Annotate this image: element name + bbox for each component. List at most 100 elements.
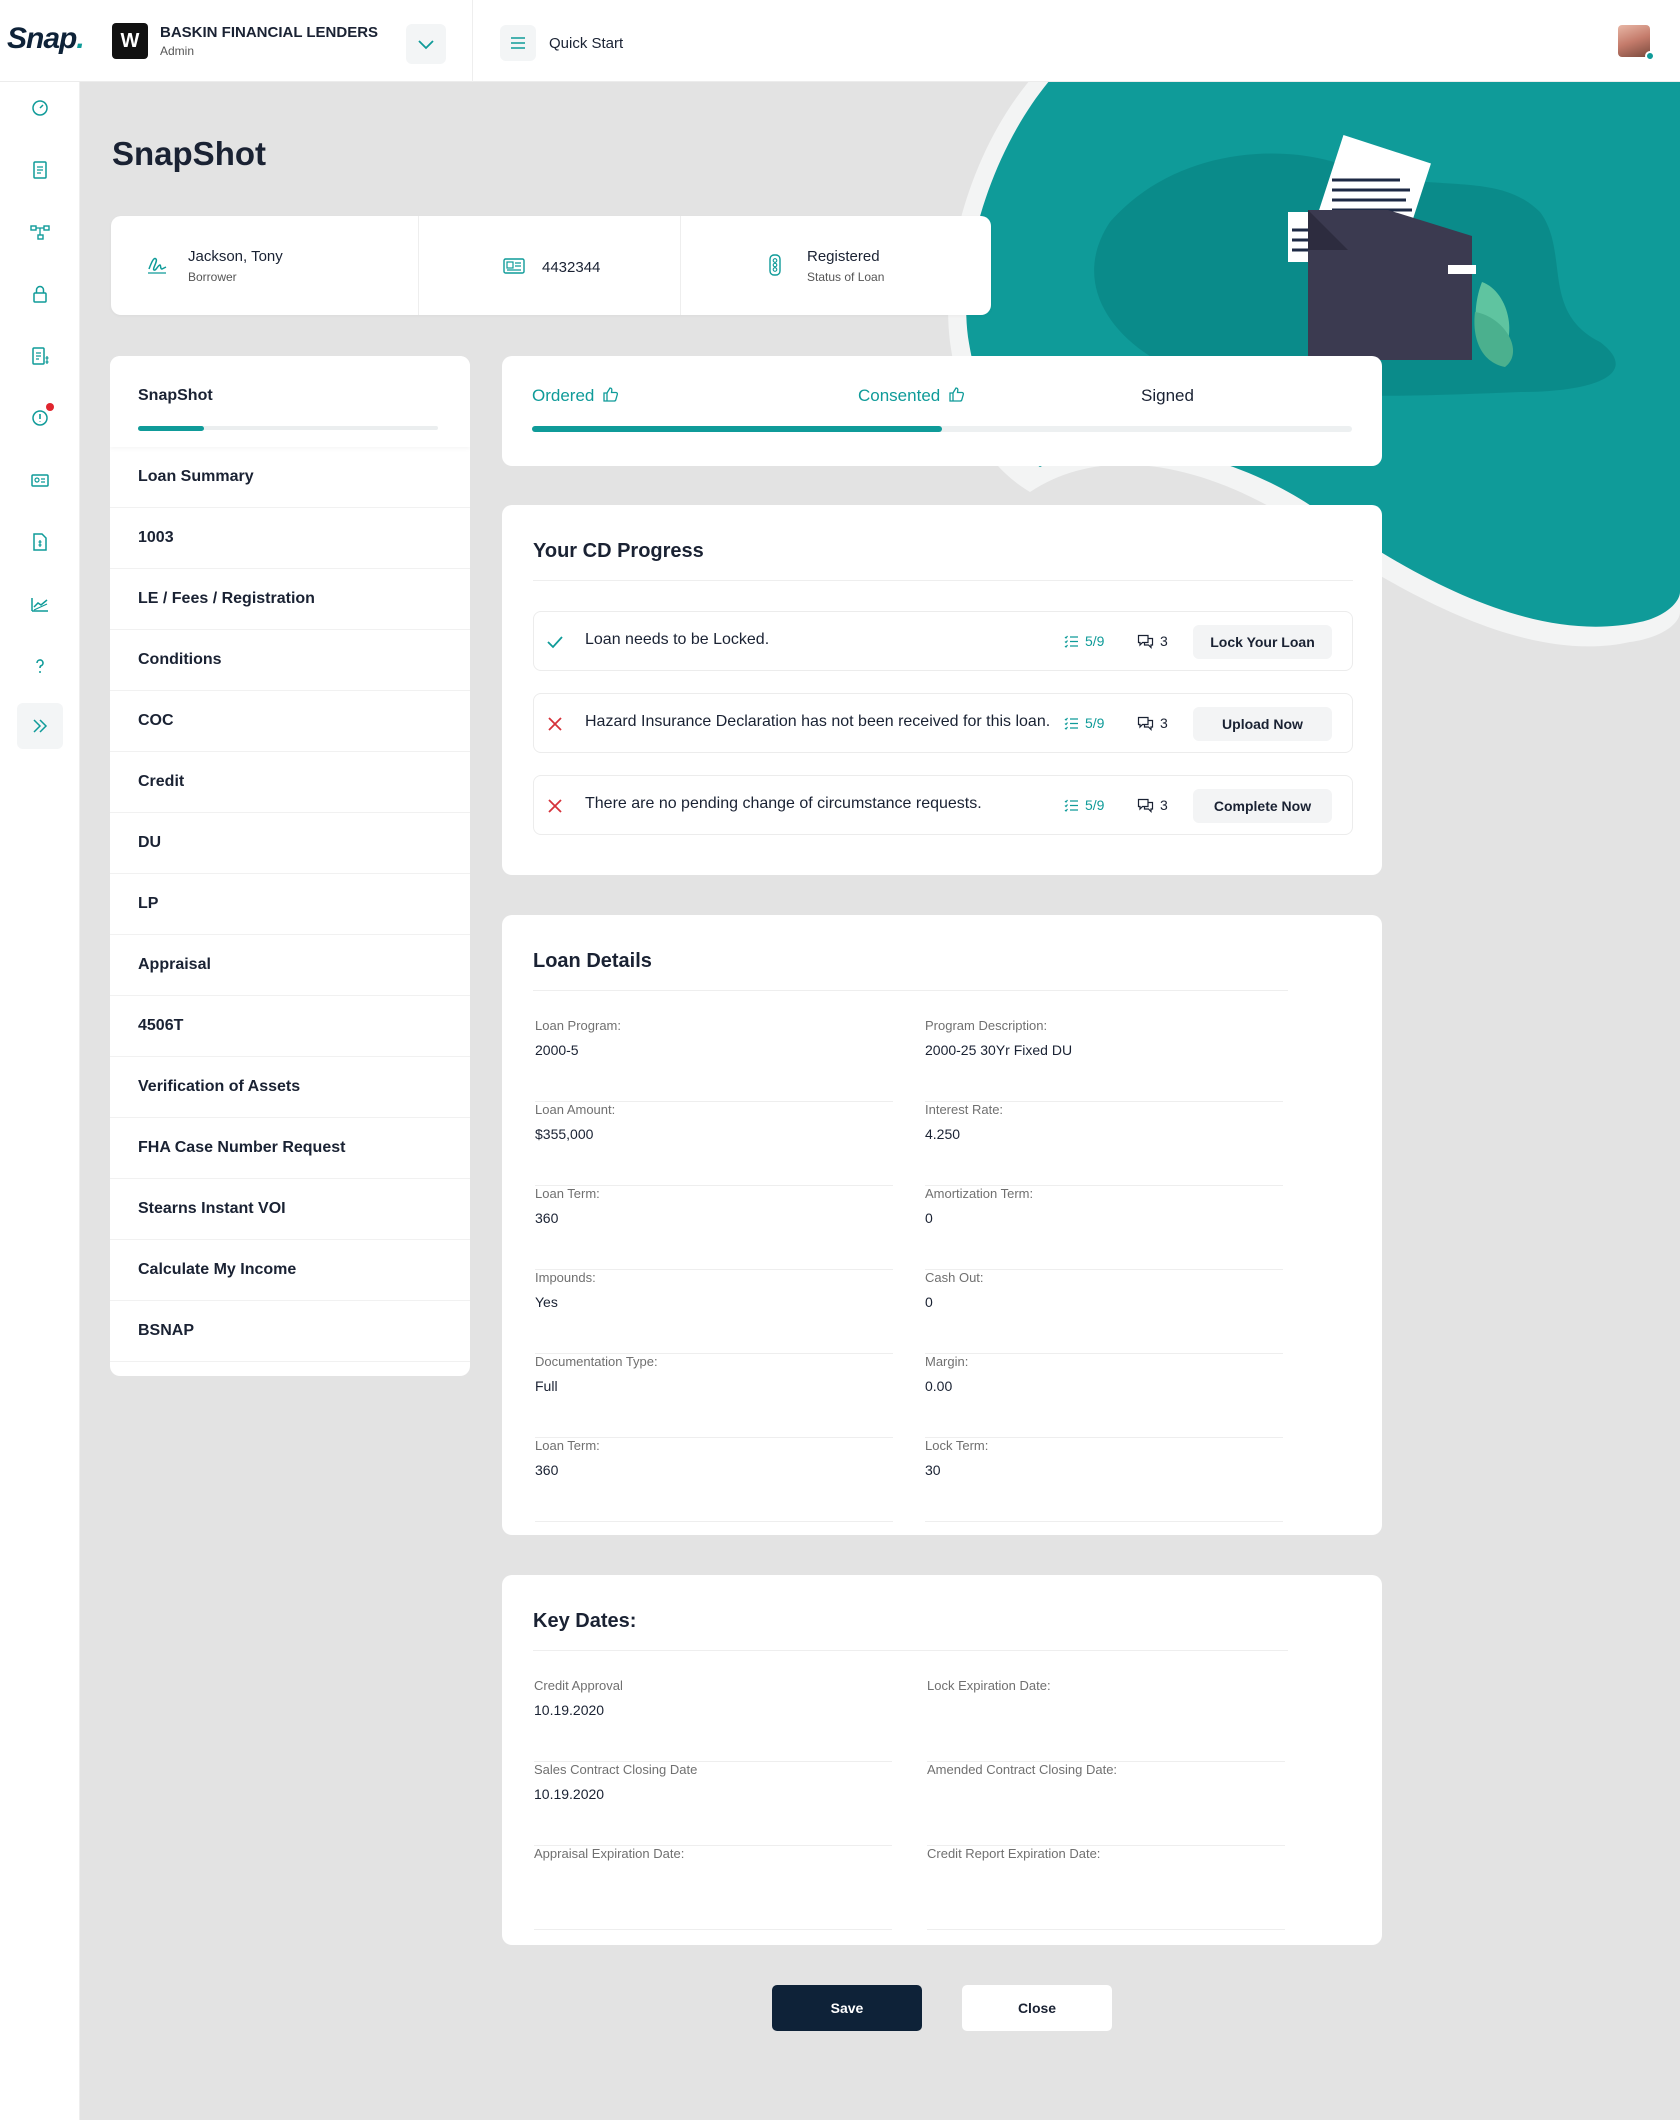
detail-field: Credit Report Expiration Date:: [927, 1846, 1285, 1930]
nav-item-label: Credit: [138, 773, 185, 790]
field-label: Loan Term:: [535, 1438, 600, 1453]
chart-icon[interactable]: [28, 592, 52, 616]
field-value: 4.250: [925, 1126, 961, 1142]
quick-start-link[interactable]: Quick Start: [549, 35, 623, 52]
chat-icon: [1137, 797, 1160, 813]
header-divider: [472, 0, 473, 82]
detail-field: Lock Expiration Date:: [927, 1678, 1285, 1762]
field-label: Cash Out:: [925, 1270, 984, 1285]
divider: [533, 990, 1288, 991]
cd-task-messages[interactable]: 3: [1137, 797, 1168, 813]
document-icon[interactable]: [28, 158, 52, 182]
id-card-icon[interactable]: [28, 468, 52, 492]
field-value: 2000-25 30Yr Fixed DU: [925, 1042, 1073, 1058]
file-dollar-icon[interactable]: [28, 530, 52, 554]
cd-task-count: 5/9: [1064, 715, 1104, 731]
nav-item[interactable]: Credit: [110, 752, 470, 813]
field-label: Credit Report Expiration Date:: [927, 1846, 1101, 1861]
org-name: BASKIN FINANCIAL LENDERS: [160, 24, 379, 41]
org-dropdown-button[interactable]: [406, 24, 446, 64]
cd-task-row: Hazard Insurance Declaration has not bee…: [533, 693, 1353, 753]
field-label: Appraisal Expiration Date:: [534, 1846, 685, 1861]
field-value: 10.19.2020: [534, 1786, 605, 1802]
org-role: Admin: [160, 44, 195, 58]
nav-item[interactable]: 1003: [110, 508, 470, 569]
field-label: Program Description:: [925, 1018, 1048, 1033]
field-label: Loan Amount:: [535, 1102, 616, 1117]
close-button[interactable]: Close: [962, 1985, 1112, 2031]
page-title: SnapShot: [112, 135, 266, 172]
cd-task-action-button[interactable]: Upload Now: [1193, 707, 1332, 741]
loan-info-card: Jackson, Tony Borrower 4432344 Registere…: [111, 216, 991, 315]
step-signed: Signed: [1141, 386, 1194, 405]
nav-item[interactable]: Verification of Assets: [110, 1057, 470, 1118]
field-value: 360: [535, 1210, 559, 1226]
order-status-card: Ordered Consented Signed: [502, 356, 1382, 466]
detail-field: Amortization Term: 0: [925, 1186, 1283, 1270]
invoice-icon[interactable]: [28, 344, 52, 368]
cd-task-action-button[interactable]: Complete Now: [1193, 789, 1332, 823]
field-value: Full: [535, 1378, 558, 1394]
help-icon[interactable]: [28, 654, 52, 678]
nav-item[interactable]: LP: [110, 874, 470, 935]
lock-icon[interactable]: [28, 282, 52, 306]
checklist-icon: [1064, 633, 1085, 649]
cd-task-text: There are no pending change of circumsta…: [585, 795, 982, 812]
user-avatar[interactable]: [1618, 25, 1655, 61]
detail-field: Cash Out: 0: [925, 1270, 1283, 1354]
nav-item-label: FHA Case Number Request: [138, 1139, 346, 1156]
field-label: Documentation Type:: [535, 1354, 658, 1369]
double-chevron-right-icon: [33, 719, 48, 733]
nav-item-label: Stearns Instant VOI: [138, 1200, 286, 1217]
nav-header-snapshot[interactable]: SnapShot: [110, 356, 470, 447]
dashboard-icon[interactable]: [28, 95, 52, 119]
field-value: 30: [925, 1462, 941, 1478]
menu-button[interactable]: [500, 25, 536, 61]
nav-item[interactable]: Appraisal: [110, 935, 470, 996]
notification-dot: [46, 403, 54, 411]
field-label: Amortization Term:: [925, 1186, 1034, 1201]
cd-task-action-button[interactable]: Lock Your Loan: [1193, 625, 1332, 659]
field-value: Yes: [535, 1294, 558, 1310]
hamburger-icon: [511, 37, 525, 49]
id-card-icon: [503, 258, 525, 274]
cd-task-messages[interactable]: 3: [1137, 715, 1168, 731]
nav-item-label: DU: [138, 834, 162, 851]
snap-logo[interactable]: Snap.: [7, 22, 85, 56]
detail-field: Interest Rate: 4.250: [925, 1102, 1283, 1186]
nav-item-label: BSNAP: [138, 1322, 195, 1339]
loan-details-title: Loan Details: [533, 950, 652, 972]
nav-item[interactable]: Conditions: [110, 630, 470, 691]
cd-task-messages[interactable]: 3: [1137, 633, 1168, 649]
workflow-icon[interactable]: [28, 220, 52, 244]
nav-item[interactable]: Loan Summary: [110, 447, 470, 508]
detail-field: Amended Contract Closing Date:: [927, 1762, 1285, 1846]
save-button[interactable]: Save: [772, 1985, 922, 2031]
thumbs-up-icon: [603, 387, 619, 402]
detail-field: Loan Term: 360: [535, 1438, 893, 1522]
field-value: 0: [925, 1294, 933, 1310]
thumbs-up-icon: [949, 387, 965, 402]
field-value: 10.19.2020: [534, 1702, 605, 1718]
nav-item[interactable]: LE / Fees / Registration: [110, 569, 470, 630]
chat-icon: [1137, 633, 1160, 649]
nav-item[interactable]: 4506T: [110, 996, 470, 1057]
expand-sidebar-button[interactable]: [17, 703, 63, 749]
cd-progress-title: Your CD Progress: [533, 540, 704, 562]
nav-item[interactable]: COC: [110, 691, 470, 752]
nav-item[interactable]: DU: [110, 813, 470, 874]
detail-field: Margin: 0.00: [925, 1354, 1283, 1438]
alert-icon[interactable]: [28, 403, 54, 430]
detail-field: Sales Contract Closing Date 10.19.2020: [534, 1762, 892, 1846]
field-value: $355,000: [535, 1126, 594, 1142]
nav-item[interactable]: Calculate My Income: [110, 1240, 470, 1301]
cd-task-count: 5/9: [1064, 797, 1104, 813]
cd-progress-card: Your CD Progress Loan needs to be Locked…: [502, 505, 1382, 875]
loan-status-label: Status of Loan: [807, 270, 885, 284]
x-icon: [545, 796, 565, 821]
detail-field: Lock Term: 30: [925, 1438, 1283, 1522]
nav-item[interactable]: BSNAP: [110, 1301, 470, 1362]
nav-item[interactable]: FHA Case Number Request: [110, 1118, 470, 1179]
field-value: 360: [535, 1462, 559, 1478]
nav-item[interactable]: Stearns Instant VOI: [110, 1179, 470, 1240]
